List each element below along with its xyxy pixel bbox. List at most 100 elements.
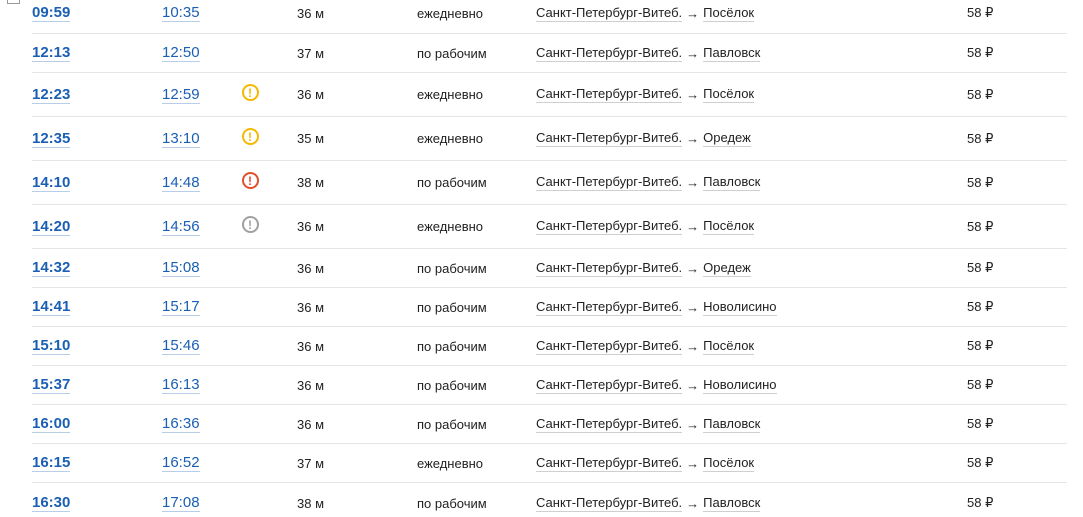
arrival-time-link[interactable]: 16:52	[162, 454, 200, 472]
route-destination-link[interactable]: Посёлок	[703, 455, 755, 472]
route-destination-link[interactable]: Павловск	[703, 416, 761, 433]
departure-time-link[interactable]: 16:30	[32, 494, 71, 512]
schedule-row: 12:13 12:50 37 м по рабочим Санкт-Петербург-…	[32, 34, 1067, 73]
arrival-time-cell: 10:35	[162, 0, 200, 33]
route: Санкт-Петербург-Витеб. → Посёлок	[536, 327, 755, 365]
route-destination-link[interactable]: Оредеж	[703, 130, 751, 147]
arrival-time-link[interactable]: 16:36	[162, 415, 200, 433]
arrival-time-link[interactable]: 13:10	[162, 130, 200, 148]
route-origin-link[interactable]: Санкт-Петербург-Витеб.	[536, 174, 683, 191]
route-destination-link[interactable]: Посёлок	[703, 218, 755, 235]
warning-cell	[239, 249, 261, 287]
schedule-row: 12:35 13:10! 35 м ежедневно Санкт-Петербург-…	[32, 117, 1067, 161]
route-destination-link[interactable]: Посёлок	[703, 86, 755, 103]
run-days: ежедневно	[417, 455, 484, 471]
route-origin-link[interactable]: Санкт-Петербург-Витеб.	[536, 5, 683, 22]
route: Санкт-Петербург-Витеб. → Павловск	[536, 34, 761, 72]
departure-time-link[interactable]: 12:23	[32, 86, 71, 104]
route: Санкт-Петербург-Витеб. → Оредеж	[536, 249, 751, 287]
warning-cell: !	[239, 117, 261, 160]
route-origin-link[interactable]: Санкт-Петербург-Витеб.	[536, 416, 683, 433]
arrival-time-link[interactable]: 15:08	[162, 259, 200, 277]
departure-time-link[interactable]: 12:13	[32, 44, 71, 62]
duration: 37 м	[297, 455, 325, 471]
run-days: по рабочим	[417, 260, 487, 276]
arrival-time-link[interactable]: 14:48	[162, 174, 200, 192]
route-destination-link[interactable]: Оредеж	[703, 260, 751, 277]
route: Санкт-Петербург-Витеб. → Посёлок	[536, 444, 755, 482]
departure-time-link[interactable]: 12:35	[32, 130, 71, 148]
warning-cell	[239, 34, 261, 72]
route: Санкт-Петербург-Витеб. → Оредеж	[536, 117, 751, 160]
route-arrow-icon: →	[686, 131, 700, 146]
duration: 36 м	[297, 299, 325, 315]
duration: 36 м	[297, 416, 325, 432]
schedule-row: 14:41 15:17 36 м по рабочим Санкт-Петербург-…	[32, 288, 1067, 327]
route-arrow-icon: →	[686, 416, 700, 432]
warning-grey-icon[interactable]: !	[241, 216, 259, 233]
route-destination-link[interactable]: Павловск	[703, 174, 761, 191]
departure-time-link[interactable]: 14:10	[32, 174, 71, 192]
arrival-time-link[interactable]: 15:46	[162, 337, 200, 355]
warning-yellow-icon[interactable]: !	[241, 128, 259, 145]
route-destination-link[interactable]: Посёлок	[703, 5, 755, 22]
route-destination-link[interactable]: Павловск	[703, 45, 761, 62]
arrival-time-link[interactable]: 12:50	[162, 44, 200, 62]
route-arrow-icon: →	[686, 299, 700, 315]
arrival-time-link[interactable]: 14:56	[162, 218, 200, 236]
departure-time-cell: 16:30	[32, 483, 71, 517]
arrival-time-link[interactable]: 17:08	[162, 494, 200, 512]
departure-time-link[interactable]: 15:37	[32, 376, 71, 394]
departure-time-link[interactable]: 14:20	[32, 218, 71, 236]
route-origin-link[interactable]: Санкт-Петербург-Витеб.	[536, 260, 683, 277]
route-destination-link[interactable]: Новолисино	[703, 299, 777, 316]
arrival-time-link[interactable]: 15:17	[162, 298, 200, 316]
route: Санкт-Петербург-Витеб. → Посёлок	[536, 0, 755, 33]
route-destination-link[interactable]: Новолисино	[703, 377, 777, 394]
departure-time-link[interactable]: 15:10	[32, 337, 71, 355]
warning-cell	[239, 366, 261, 404]
arrival-time-cell: 16:52	[162, 444, 200, 482]
run-days: ежедневно	[417, 87, 484, 102]
route: Санкт-Петербург-Витеб. → Новолисино	[536, 366, 777, 404]
run-days: по рабочим	[417, 377, 487, 393]
route-origin-link[interactable]: Санкт-Петербург-Витеб.	[536, 45, 683, 62]
departure-time-cell: 12:13	[32, 34, 71, 72]
route-arrow-icon: →	[686, 377, 700, 393]
ticket-price: 58 ₽	[967, 218, 994, 234]
route-origin-link[interactable]: Санкт-Петербург-Витеб.	[536, 299, 683, 316]
departure-time-cell: 14:10	[32, 161, 71, 204]
duration: 35 м	[297, 131, 325, 146]
route-origin-link[interactable]: Санкт-Петербург-Витеб.	[536, 218, 683, 235]
corner-checkbox-icon	[7, 0, 20, 4]
route-arrow-icon: →	[686, 260, 700, 276]
route-origin-link[interactable]: Санкт-Петербург-Витеб.	[536, 377, 683, 394]
warning-red-icon[interactable]: !	[241, 172, 259, 189]
route-destination-link[interactable]: Павловск	[703, 495, 761, 512]
schedule-row: 16:00 16:36 36 м по рабочим Санкт-Петербург-…	[32, 405, 1067, 444]
duration: 37 м	[297, 45, 325, 61]
warning-yellow-icon[interactable]: !	[241, 84, 259, 101]
route-arrow-icon: →	[686, 455, 700, 471]
departure-time-link[interactable]: 16:00	[32, 415, 71, 433]
route-origin-link[interactable]: Санкт-Петербург-Витеб.	[536, 495, 683, 512]
departure-time-link[interactable]: 16:15	[32, 454, 71, 472]
route-origin-link[interactable]: Санкт-Петербург-Витеб.	[536, 86, 683, 103]
route-origin-link[interactable]: Санкт-Петербург-Витеб.	[536, 455, 683, 472]
departure-time-link[interactable]: 14:41	[32, 298, 71, 316]
arrival-time-link[interactable]: 10:35	[162, 4, 200, 22]
warning-cell	[239, 405, 261, 443]
route-origin-link[interactable]: Санкт-Петербург-Витеб.	[536, 338, 683, 355]
departure-time-link[interactable]: 14:32	[32, 259, 71, 277]
ticket-price: 58 ₽	[967, 299, 994, 314]
arrival-time-link[interactable]: 16:13	[162, 376, 200, 394]
ticket-price: 58 ₽	[967, 130, 994, 146]
run-days: по рабочим	[417, 495, 487, 511]
departure-time-link[interactable]: 09:59	[32, 4, 71, 22]
warning-cell	[239, 288, 261, 326]
arrival-time-cell: 14:56	[162, 205, 200, 248]
arrival-time-link[interactable]: 12:59	[162, 86, 200, 104]
route-origin-link[interactable]: Санкт-Петербург-Витеб.	[536, 130, 683, 147]
departure-time-cell: 12:35	[32, 117, 71, 160]
route-destination-link[interactable]: Посёлок	[703, 338, 755, 355]
